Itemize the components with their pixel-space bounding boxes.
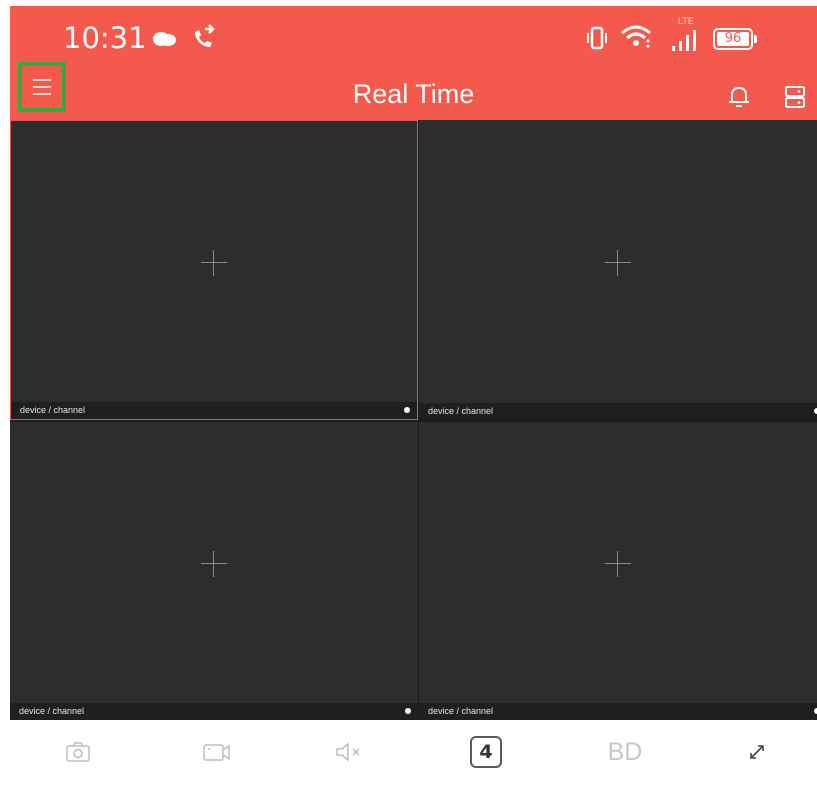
channel-label: device / channel	[428, 406, 494, 416]
channel-label-bar: device / channel	[419, 403, 817, 420]
camera-icon	[66, 742, 90, 762]
channel-label: device / channel	[19, 706, 85, 716]
wifi-icon	[621, 25, 651, 48]
bell-icon[interactable]	[727, 84, 751, 110]
video-cell-4[interactable]: device / channel	[419, 422, 817, 720]
audio-button[interactable]	[332, 734, 366, 770]
network-type-label: LTE	[678, 16, 694, 26]
video-cell-2[interactable]: device / channel	[419, 120, 817, 420]
status-dot	[405, 708, 411, 714]
video-grid: device / channel device / channel device…	[10, 120, 817, 720]
add-channel-icon[interactable]	[605, 551, 631, 577]
quality-label: BD	[607, 737, 643, 766]
channel-label-bar: device / channel	[419, 703, 817, 720]
status-time: 10:31	[63, 21, 147, 55]
video-cell-3[interactable]: device / channel	[10, 422, 418, 720]
bottom-toolbar: 4 BD	[10, 720, 817, 785]
page-title: Real Time	[352, 79, 475, 109]
battery-level: 96	[724, 31, 742, 46]
split-screen-button[interactable]: 4	[468, 734, 504, 770]
cloud-icon	[153, 32, 176, 46]
fullscreen-button[interactable]	[744, 734, 770, 770]
channel-label-bar: device / channel	[10, 703, 418, 720]
status-dot	[404, 407, 410, 413]
battery-icon: 96	[713, 28, 753, 50]
channel-label: device / channel	[428, 706, 494, 716]
app-header: 10:31 LTE 96 Real Time	[10, 6, 817, 120]
record-video-icon	[203, 744, 230, 761]
channel-label-bar: device / channel	[11, 402, 417, 419]
record-button[interactable]	[200, 734, 234, 770]
quality-toggle[interactable]: BD	[600, 734, 650, 770]
call-forward-icon	[195, 24, 215, 47]
video-cell-1[interactable]: device / channel	[10, 120, 418, 420]
fullscreen-icon	[750, 745, 764, 759]
add-channel-icon[interactable]	[605, 250, 631, 276]
add-channel-icon[interactable]	[201, 551, 227, 577]
device-list-icon[interactable]	[783, 84, 807, 110]
vibrate-icon	[587, 26, 607, 50]
add-channel-icon[interactable]	[201, 250, 227, 276]
speaker-mute-icon	[336, 742, 360, 762]
snapshot-button[interactable]	[62, 734, 94, 770]
split-count: 4	[470, 736, 502, 768]
channel-label: device / channel	[20, 405, 86, 415]
battery-tip	[754, 35, 757, 43]
